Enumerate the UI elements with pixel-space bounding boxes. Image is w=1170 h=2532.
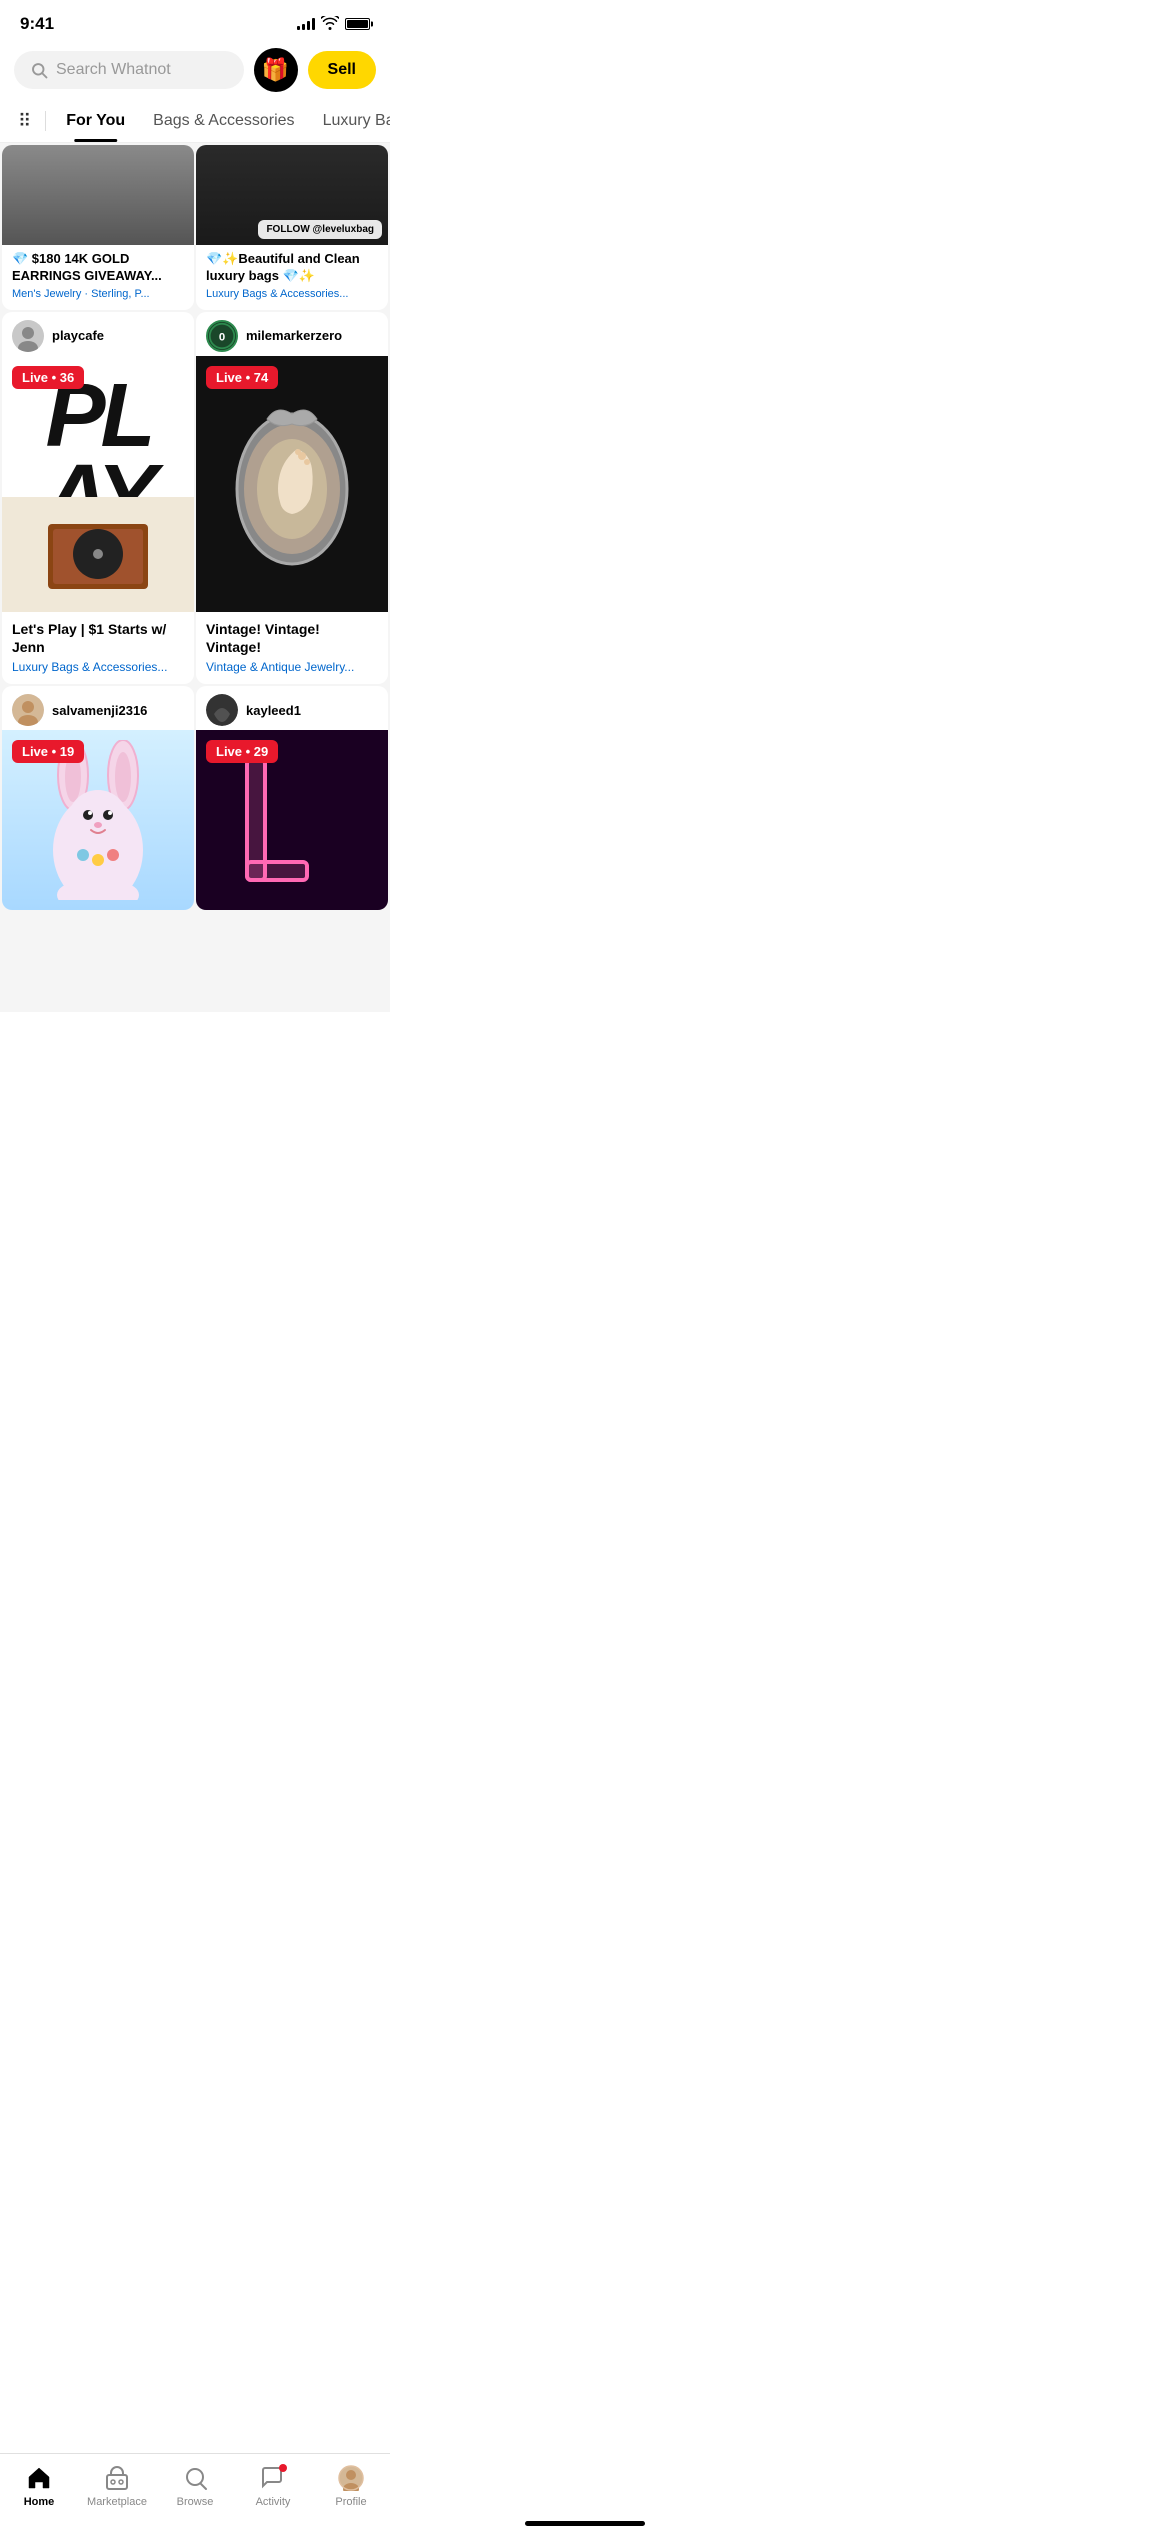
bottom-nav: Home Marketplace Browse A <box>0 2453 390 2532</box>
stream-category-2: Vintage & Antique Jewelry... <box>206 660 378 674</box>
stream-thumb-4: Live • 29 <box>196 730 388 910</box>
category-tabs: ⠿ For You Bags & Accessories Luxury Bags <box>0 100 390 143</box>
stream-thumb-1: PL AY Live • 36 <box>2 356 194 612</box>
seller-name-4: kayleed1 <box>246 703 301 718</box>
nav-activity-label: Activity <box>256 2496 291 2508</box>
avatar-2: 0 <box>206 320 238 352</box>
partial-title-1: 💎 $180 14K GOLD EARRINGS GIVEAWAY... <box>12 251 184 285</box>
partial-info-2: 💎✨Beautiful and Clean luxury bags 💎✨ Lux… <box>196 245 388 310</box>
live-badge-3: Live • 19 <box>12 740 84 763</box>
live-badge-1: Live • 36 <box>12 366 84 389</box>
partial-category-1: Men's Jewelry · Sterling, P... <box>12 288 184 300</box>
stream-thumb-2: Live • 74 <box>196 356 388 612</box>
nav-profile[interactable]: Profile <box>321 2464 381 2508</box>
avatar-1 <box>12 320 44 352</box>
tab-divider <box>45 111 46 131</box>
stream-info-2: Vintage! Vintage! Vintage! Vintage & Ant… <box>196 612 388 684</box>
stream-thumb-3: Live • 19 <box>2 730 194 910</box>
gift-icon: 🎁 <box>262 57 289 83</box>
stream-card-4[interactable]: kayleed1 Live • 29 <box>196 686 388 910</box>
stream-info-1: Let's Play | $1 Starts w/ Jenn Luxury Ba… <box>2 612 194 684</box>
nav-browse-label: Browse <box>177 2496 214 2508</box>
nav-marketplace[interactable]: Marketplace <box>87 2464 147 2508</box>
follow-badge-top: FOLLOW @leveluxbag <box>258 220 382 239</box>
partial-thumb-1 <box>2 145 194 245</box>
seller-row-4: kayleed1 <box>196 686 388 730</box>
seller-name-2: milemarkerzero <box>246 328 342 343</box>
wifi-icon <box>321 16 339 33</box>
stream-category-1: Luxury Bags & Accessories... <box>12 660 184 674</box>
home-icon <box>25 2464 53 2492</box>
partial-thumb-2: FOLLOW @leveluxbag <box>196 145 388 245</box>
nav-marketplace-label: Marketplace <box>87 2496 147 2508</box>
nav-browse[interactable]: Browse <box>165 2464 225 2508</box>
seller-name-3: salvamenji2316 <box>52 703 147 718</box>
partial-info-1: 💎 $180 14K GOLD EARRINGS GIVEAWAY... Men… <box>2 245 194 310</box>
main-content: 💎 $180 14K GOLD EARRINGS GIVEAWAY... Men… <box>0 143 390 1012</box>
live-badge-4: Live • 29 <box>206 740 278 763</box>
signal-icon <box>297 18 315 30</box>
partial-cards-row: 💎 $180 14K GOLD EARRINGS GIVEAWAY... Men… <box>0 143 390 310</box>
menu-dots-icon[interactable]: ⠿ <box>10 101 39 142</box>
tab-luxury-bags[interactable]: Luxury Bags <box>309 100 390 142</box>
search-icon <box>30 61 48 79</box>
seller-row-3: salvamenji2316 <box>2 686 194 730</box>
nav-profile-label: Profile <box>335 2496 366 2508</box>
stream-card-1[interactable]: playcafe PL AY <box>2 312 194 684</box>
nav-activity[interactable]: Activity <box>243 2464 303 2508</box>
status-bar: 9:41 <box>0 0 390 40</box>
nav-home[interactable]: Home <box>9 2464 69 2508</box>
home-indicator <box>525 2521 645 2526</box>
activity-icon <box>259 2464 287 2492</box>
browse-icon <box>181 2464 209 2492</box>
partial-title-2: 💎✨Beautiful and Clean luxury bags 💎✨ <box>206 251 378 285</box>
stream-title-2: Vintage! Vintage! Vintage! <box>206 620 378 656</box>
streams-grid: playcafe PL AY <box>0 310 390 912</box>
stream-card-2[interactable]: 0 milemarkerzero <box>196 312 388 684</box>
battery-icon <box>345 18 370 30</box>
seller-row-2: 0 milemarkerzero <box>196 312 388 356</box>
avatar-3 <box>12 694 44 726</box>
search-placeholder: Search Whatnot <box>56 61 171 79</box>
gift-button[interactable]: 🎁 <box>254 48 298 92</box>
partial-card-2[interactable]: FOLLOW @leveluxbag 💎✨Beautiful and Clean… <box>196 145 388 310</box>
partial-card-1[interactable]: 💎 $180 14K GOLD EARRINGS GIVEAWAY... Men… <box>2 145 194 310</box>
nav-home-label: Home <box>24 2496 55 2508</box>
tab-for-you[interactable]: For You <box>52 100 139 142</box>
stream-card-3[interactable]: salvamenji2316 <box>2 686 194 910</box>
search-bar[interactable]: Search Whatnot <box>14 51 244 89</box>
avatar-4 <box>206 694 238 726</box>
live-badge-2: Live • 74 <box>206 366 278 389</box>
svg-text:0: 0 <box>219 331 225 343</box>
sell-button[interactable]: Sell <box>308 51 376 89</box>
seller-name-1: playcafe <box>52 328 104 343</box>
stream-title-1: Let's Play | $1 Starts w/ Jenn <box>12 620 184 656</box>
profile-icon <box>337 2464 365 2492</box>
status-icons <box>297 16 370 33</box>
header: Search Whatnot 🎁 Sell <box>0 40 390 100</box>
seller-row-1: playcafe <box>2 312 194 356</box>
tab-bags-accessories[interactable]: Bags & Accessories <box>139 100 308 142</box>
status-time: 9:41 <box>20 14 54 34</box>
activity-badge <box>279 2464 287 2472</box>
partial-category-2: Luxury Bags & Accessories... <box>206 288 378 300</box>
marketplace-icon <box>103 2464 131 2492</box>
